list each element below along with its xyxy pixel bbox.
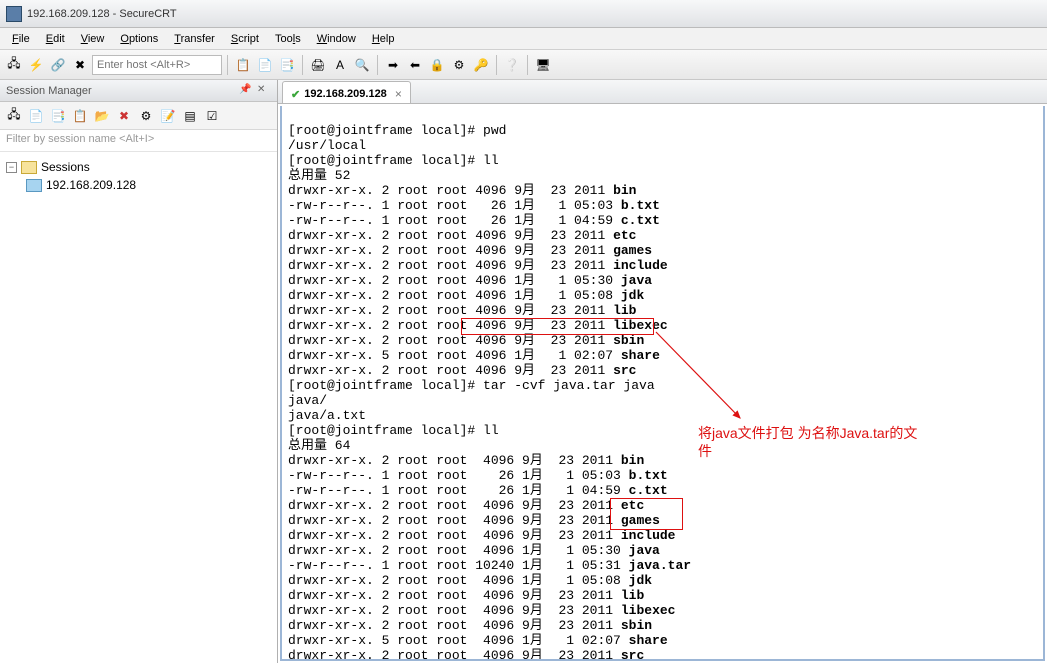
toolbar-paste-icon[interactable]: 📄 <box>255 55 275 75</box>
tab-close-icon[interactable]: × <box>395 87 402 101</box>
sess-btn-7[interactable]: 📝 <box>158 106 178 126</box>
sess-btn-5[interactable]: 📂 <box>92 106 112 126</box>
separator <box>377 55 378 75</box>
tab-label: 192.168.209.128 <box>304 88 387 100</box>
menu-file[interactable]: File <box>4 31 38 47</box>
main-toolbar: 🖧 ⚡ 🔗 ✖ 📋 📄 📑 🖨 A 🔍 ➡ ⬅ 🔒 ⚙ 🔑 ❔ 🖥 <box>0 50 1047 80</box>
toolbar-quick-icon[interactable]: ⚡ <box>26 55 46 75</box>
toolbar-go-icon[interactable]: ➡ <box>383 55 403 75</box>
menu-tools[interactable]: Tools <box>267 31 309 47</box>
close-icon[interactable]: ✕ <box>257 84 271 98</box>
toolbar-help-icon[interactable]: ❔ <box>502 55 522 75</box>
sess-btn-2[interactable]: 📄 <box>26 106 46 126</box>
tree-session-item[interactable]: 192.168.209.128 <box>6 176 271 194</box>
sess-btn-8[interactable]: ▤ <box>180 106 200 126</box>
sess-btn-4[interactable]: 📋 <box>70 106 90 126</box>
toolbar-settings-icon[interactable]: ⚙ <box>449 55 469 75</box>
menu-script[interactable]: Script <box>223 31 267 47</box>
toolbar-disconnect-icon[interactable]: ✖ <box>70 55 90 75</box>
separator <box>227 55 228 75</box>
folder-icon <box>21 161 37 174</box>
menu-help[interactable]: Help <box>364 31 403 47</box>
sess-btn-del[interactable]: ✖ <box>114 106 134 126</box>
menu-transfer[interactable]: Transfer <box>166 31 223 47</box>
terminal-output: [root@jointframe local]# pwd /usr/local … <box>288 123 691 661</box>
menu-view[interactable]: View <box>73 31 113 47</box>
host-input[interactable] <box>92 55 222 75</box>
toolbar-font-icon[interactable]: A <box>330 55 350 75</box>
menu-edit[interactable]: Edit <box>38 31 73 47</box>
toolbar-connect-icon[interactable]: 🖧 <box>4 55 24 75</box>
separator <box>496 55 497 75</box>
session-icon <box>26 179 42 192</box>
connected-icon: ✔ <box>291 88 300 101</box>
separator <box>527 55 528 75</box>
tree-session-label: 192.168.209.128 <box>46 178 136 192</box>
pin-icon[interactable]: 📌 <box>239 84 253 98</box>
toolbar-lock-icon[interactable]: 🔒 <box>427 55 447 75</box>
tab-session[interactable]: ✔ 192.168.209.128 × <box>282 81 411 103</box>
arrow-icon <box>654 330 744 422</box>
title-bar: 192.168.209.128 - SecureCRT <box>0 0 1047 28</box>
toolbar-copy-icon[interactable]: 📋 <box>233 55 253 75</box>
annotation-text: 将java文件打包 为名称Java.tar的文 件 <box>698 424 998 460</box>
toolbar-back-icon[interactable]: ⬅ <box>405 55 425 75</box>
collapse-icon[interactable]: − <box>6 162 17 173</box>
session-manager-title: Session Manager <box>6 85 92 97</box>
menu-options[interactable]: Options <box>112 31 166 47</box>
tree-root[interactable]: − Sessions <box>6 158 271 176</box>
session-filter[interactable]: Filter by session name <Alt+I> <box>0 130 277 152</box>
sess-btn-3[interactable]: 📑 <box>48 106 68 126</box>
sess-btn-6[interactable]: ⚙ <box>136 106 156 126</box>
toolbar-print-icon[interactable]: 🖨 <box>308 55 328 75</box>
toolbar-key-icon[interactable]: 🔑 <box>471 55 491 75</box>
content-area: ✔ 192.168.209.128 × [root@jointframe loc… <box>278 80 1047 663</box>
session-toolbar: 🖧 📄 📑 📋 📂 ✖ ⚙ 📝 ▤ ☑ <box>0 102 277 130</box>
window-title: 192.168.209.128 - SecureCRT <box>27 8 177 20</box>
menu-bar: File Edit View Options Transfer Script T… <box>0 28 1047 50</box>
toolbar-link-icon[interactable]: 🔗 <box>48 55 68 75</box>
app-icon <box>6 6 22 22</box>
terminal[interactable]: [root@jointframe local]# pwd /usr/local … <box>280 106 1045 661</box>
menu-window[interactable]: Window <box>309 31 364 47</box>
sess-btn-9[interactable]: ☑ <box>202 106 222 126</box>
separator <box>302 55 303 75</box>
toolbar-dup-icon[interactable]: 📑 <box>277 55 297 75</box>
highlight-tar-command <box>461 318 654 335</box>
highlight-output-files <box>610 498 683 530</box>
toolbar-find-icon[interactable]: 🔍 <box>352 55 372 75</box>
tab-bar: ✔ 192.168.209.128 × <box>278 80 1047 104</box>
toolbar-screen-icon[interactable]: 🖥 <box>533 55 553 75</box>
tree-root-label: Sessions <box>41 160 90 174</box>
sess-btn-1[interactable]: 🖧 <box>4 106 24 126</box>
session-manager-panel: Session Manager 📌 ✕ 🖧 📄 📑 📋 📂 ✖ ⚙ 📝 ▤ ☑ … <box>0 80 278 663</box>
session-tree: − Sessions 192.168.209.128 <box>0 152 277 663</box>
session-manager-header: Session Manager 📌 ✕ <box>0 80 277 102</box>
main-area: Session Manager 📌 ✕ 🖧 📄 📑 📋 📂 ✖ ⚙ 📝 ▤ ☑ … <box>0 80 1047 663</box>
